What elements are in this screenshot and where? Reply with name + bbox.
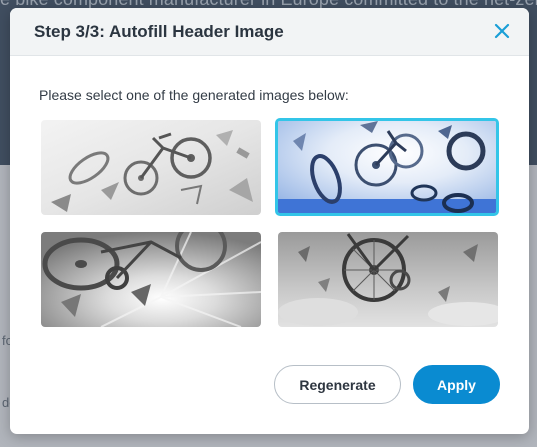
close-icon	[494, 23, 510, 39]
generated-image-1[interactable]	[41, 120, 261, 215]
bicycle-parts-grayscale-image	[41, 120, 261, 215]
regenerate-button[interactable]: Regenerate	[274, 365, 401, 404]
generated-image-3[interactable]	[41, 232, 261, 327]
bicycle-wheel-sky-grayscale-image	[278, 232, 498, 327]
apply-button[interactable]: Apply	[413, 365, 500, 404]
close-button[interactable]	[491, 20, 513, 42]
autofill-header-image-dialog: Step 3/3: Autofill Header Image Please s…	[10, 8, 529, 434]
dialog-title: Step 3/3: Autofill Header Image	[34, 22, 284, 41]
generated-image-4[interactable]	[278, 232, 498, 327]
dialog-header: Step 3/3: Autofill Header Image	[10, 8, 529, 56]
dialog-prompt: Please select one of the generated image…	[39, 87, 349, 103]
generated-image-2-selected[interactable]	[275, 118, 499, 216]
bicycle-parts-blue-image	[278, 121, 496, 213]
bicycle-wheels-grayscale-image	[41, 232, 261, 327]
